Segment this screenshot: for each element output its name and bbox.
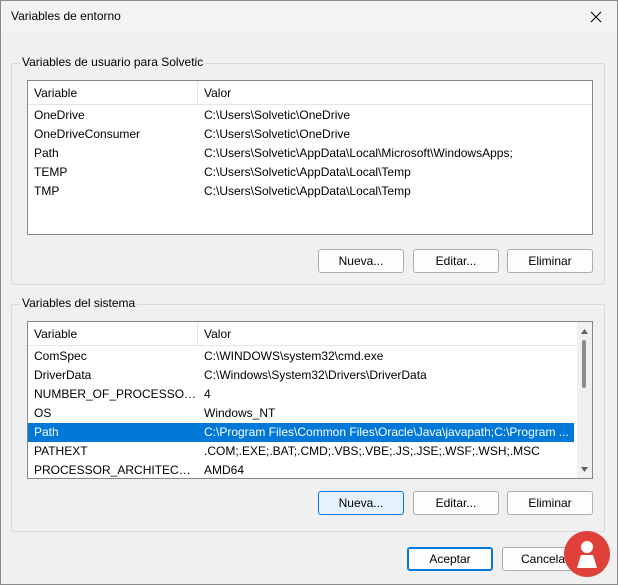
value-cell: C:\Users\Solvetic\AppData\Local\Microsof… <box>204 146 513 160</box>
table-row[interactable]: PROCESSOR_ARCHITECTURE AMD64 <box>28 461 574 478</box>
column-header-variable[interactable]: Variable <box>28 81 198 105</box>
user-list-header: Variable Valor <box>28 81 592 105</box>
table-row[interactable]: OneDrive C:\Users\Solvetic\OneDrive <box>28 106 574 125</box>
variable-cell: PATHEXT <box>34 444 88 458</box>
value-cell: C:\Users\Solvetic\OneDrive <box>204 127 351 141</box>
value-cell: AMD64 <box>204 463 245 477</box>
value-cell: Windows_NT <box>204 406 276 420</box>
value-cell: .COM;.EXE;.BAT;.CMD;.VBS;.VBE;.JS;.JSE;.… <box>204 444 540 458</box>
scroll-thumb[interactable] <box>582 340 586 388</box>
value-cell: C:\Program Files\Common Files\Oracle\Jav… <box>204 425 569 439</box>
table-row[interactable]: OneDriveConsumer C:\Users\Solvetic\OneDri… <box>28 125 574 144</box>
user-variables-list[interactable]: Variable Valor OneDrive C:\Users\Solvetic… <box>27 80 593 235</box>
variable-cell: NUMBER_OF_PROCESSORS <box>34 387 198 401</box>
title-bar: Variables de entorno <box>1 1 617 33</box>
close-icon <box>590 11 602 23</box>
table-row[interactable]: PATHEXT .COM;.EXE;.BAT;.CMD;.VBS;.VBE;.JS… <box>28 442 574 461</box>
system-list-header: Variable Valor <box>28 322 578 346</box>
variable-cell: TEMP <box>34 165 68 179</box>
system-variables-label: Variables del sistema <box>20 296 138 310</box>
table-row[interactable]: OS Windows_NT <box>28 404 574 423</box>
value-cell: C:\WINDOWS\system32\cmd.exe <box>204 349 384 363</box>
user-delete-button[interactable]: Eliminar <box>507 249 593 273</box>
scroll-up-arrow[interactable] <box>577 324 592 338</box>
value-cell: 4 <box>204 387 211 401</box>
scroll-down-arrow[interactable] <box>577 462 592 476</box>
column-header-variable[interactable]: Variable <box>28 322 198 346</box>
caret-up-icon <box>581 328 588 334</box>
user-edit-button[interactable]: Editar... <box>413 249 499 273</box>
variable-cell: OneDriveConsumer <box>34 127 141 141</box>
variable-cell: Path <box>34 146 59 160</box>
column-header-value[interactable]: Valor <box>198 81 574 105</box>
system-variables-list[interactable]: Variable Valor ComSpec C:\WINDOWS\system3… <box>27 321 593 479</box>
table-row[interactable]: ComSpec C:\WINDOWS\system32\cmd.exe <box>28 347 574 366</box>
variable-cell: OneDrive <box>34 108 85 122</box>
system-edit-button[interactable]: Editar... <box>413 491 499 515</box>
environment-variables-dialog: Variables de entorno Variables de usuari… <box>0 0 618 585</box>
table-row[interactable]: Path C:\Program Files\Common Files\Oracle… <box>28 423 574 442</box>
table-row[interactable]: NUMBER_OF_PROCESSORS 4 <box>28 385 574 404</box>
table-row[interactable]: Path C:\Users\Solvetic\AppData\Local\Micr… <box>28 144 574 163</box>
value-cell: C:\Users\Solvetic\AppData\Local\Temp <box>204 184 411 198</box>
value-cell: C:\Users\Solvetic\OneDrive <box>204 108 351 122</box>
value-cell: C:\Users\Solvetic\AppData\Local\Temp <box>204 165 411 179</box>
system-list-scrollbar[interactable] <box>577 322 592 478</box>
system-delete-button[interactable]: Eliminar <box>507 491 593 515</box>
accept-button[interactable]: Aceptar <box>407 547 493 571</box>
variable-cell: Path <box>34 425 59 439</box>
table-row[interactable]: TEMP C:\Users\Solvetic\AppData\Local\Temp <box>28 163 574 182</box>
user-variables-label: Variables de usuario para Solvetic <box>20 55 206 69</box>
system-new-button[interactable]: Nueva... <box>318 491 404 515</box>
value-cell: C:\Windows\System32\Drivers\DriverData <box>204 368 427 382</box>
close-button[interactable] <box>581 4 611 30</box>
variable-cell: ComSpec <box>34 349 87 363</box>
variable-cell: TMP <box>34 184 60 198</box>
table-row[interactable]: DriverData C:\Windows\System32\Drivers\Dr… <box>28 366 574 385</box>
window-title: Variables de entorno <box>11 9 121 23</box>
variable-cell: OS <box>34 406 52 420</box>
variable-cell: DriverData <box>34 368 92 382</box>
variable-cell: PROCESSOR_ARCHITECTURE <box>34 463 198 477</box>
user-new-button[interactable]: Nueva... <box>318 249 404 273</box>
table-row[interactable]: TMP C:\Users\Solvetic\AppData\Local\Temp <box>28 182 574 201</box>
column-header-value[interactable]: Valor <box>198 322 574 346</box>
brand-logo-icon <box>564 531 610 577</box>
caret-down-icon <box>581 466 588 472</box>
